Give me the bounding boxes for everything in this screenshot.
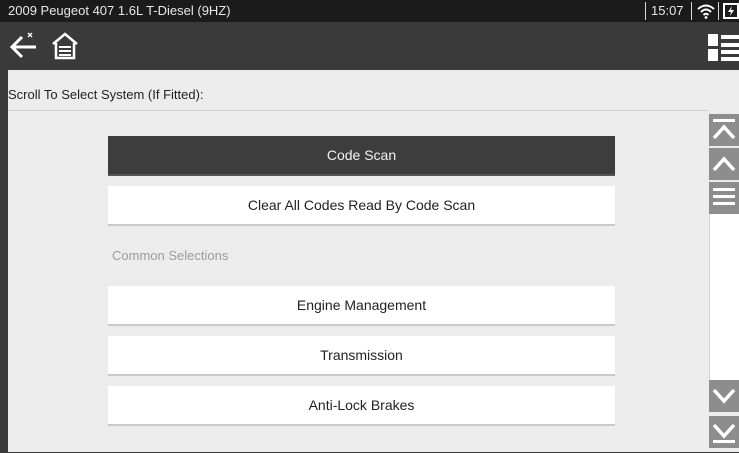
code-scan-button[interactable]: Code Scan (108, 136, 615, 176)
home-icon[interactable] (48, 30, 82, 62)
status-bar: 2009 Peugeot 407 1.6L T-Diesel (9HZ) 15:… (0, 0, 739, 22)
toolbar (0, 22, 739, 70)
status-divider (691, 2, 692, 20)
scroll-up-icon (712, 156, 736, 172)
vehicle-title: 2009 Peugeot 407 1.6L T-Diesel (9HZ) (8, 3, 231, 18)
divider (8, 110, 708, 111)
list-view-icon[interactable] (708, 34, 739, 62)
instruction-text: Scroll To Select System (If Fitted): (8, 87, 204, 102)
scroll-down-button[interactable] (709, 380, 739, 412)
scroll-top-button[interactable] (709, 114, 739, 146)
status-divider (645, 2, 646, 20)
scroll-track[interactable] (709, 214, 739, 390)
section-label-common-selections: Common Selections (112, 248, 229, 263)
scroll-top-icon (712, 119, 736, 140)
scroll-thumb[interactable] (709, 182, 739, 214)
scroll-up-button[interactable] (709, 148, 739, 180)
drag-handle-icon (713, 188, 735, 205)
clear-codes-button[interactable]: Clear All Codes Read By Code Scan (108, 186, 615, 226)
transmission-button[interactable]: Transmission (108, 336, 615, 376)
scroll-down-icon (712, 388, 736, 404)
anti-lock-brakes-button[interactable]: Anti-Lock Brakes (108, 386, 615, 426)
system-selection-panel: Scroll To Select System (If Fitted): Cod… (8, 70, 739, 452)
clock: 15:07 (651, 3, 684, 18)
engine-management-button[interactable]: Engine Management (108, 286, 615, 326)
status-divider (718, 2, 719, 20)
scrollbar (709, 110, 739, 452)
battery-charging-icon (723, 3, 739, 19)
scroll-bottom-button[interactable] (709, 416, 739, 448)
wifi-icon (697, 4, 715, 19)
back-arrow-icon[interactable] (8, 30, 42, 62)
scroll-bottom-icon (712, 423, 736, 443)
